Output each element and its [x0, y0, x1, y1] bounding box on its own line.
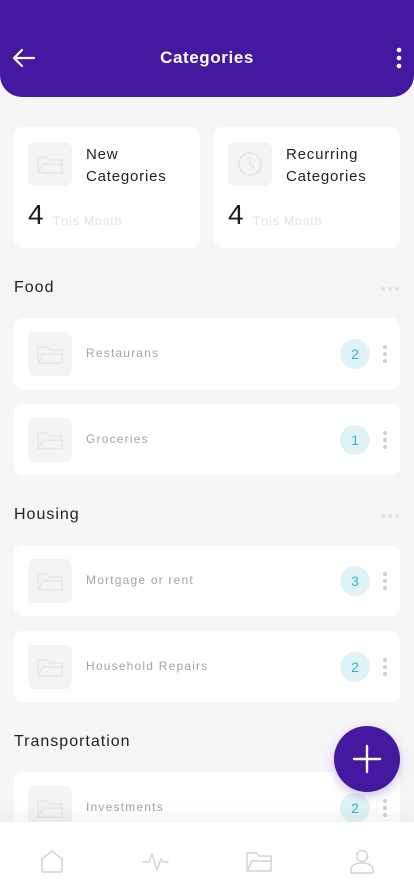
- section-title-food: Food: [14, 279, 55, 296]
- nav-profile[interactable]: [347, 846, 377, 876]
- folder-icon: [28, 559, 72, 603]
- more-menu-button[interactable]: [392, 45, 406, 71]
- nav-activity[interactable]: [140, 846, 170, 876]
- profile-icon: [350, 849, 374, 874]
- category-name: Groceries: [86, 432, 149, 446]
- section-title-housing: Housing: [14, 506, 80, 523]
- count-badge: 2: [340, 652, 370, 682]
- nav-categories[interactable]: [244, 846, 274, 876]
- stat-period: This Month: [253, 214, 323, 228]
- bottom-nav: [0, 822, 414, 896]
- category-name: Household Repairs: [86, 659, 209, 673]
- folder-icon: [28, 332, 72, 376]
- stat-count: 4: [28, 199, 44, 230]
- recurring-categories-card[interactable]: Recurring Categories 4 This Month: [214, 127, 400, 248]
- horizontal-dots-icon[interactable]: [380, 286, 400, 292]
- app-header: Categories: [0, 0, 414, 97]
- new-categories-card[interactable]: New Categories 4 This Month: [14, 127, 200, 248]
- vertical-dots-icon[interactable]: [381, 656, 389, 678]
- count-badge: 1: [340, 425, 370, 455]
- plus-icon: [352, 744, 382, 774]
- category-name: Restaurans: [86, 346, 160, 360]
- vertical-dots-icon[interactable]: [381, 429, 389, 451]
- stat-label: New Categories: [86, 146, 167, 185]
- category-name: Investments: [86, 800, 164, 814]
- clock-icon: [228, 142, 272, 186]
- stat-label: Recurring Categories: [286, 146, 367, 185]
- add-category-button[interactable]: [334, 726, 400, 792]
- category-name: Mortgage or rent: [86, 573, 194, 587]
- section-title-transportation: Transportation: [14, 733, 131, 750]
- folder-icon: [28, 418, 72, 462]
- home-icon: [41, 850, 63, 873]
- category-row[interactable]: Mortgage or rent 3: [14, 545, 400, 616]
- vertical-dots-icon[interactable]: [381, 343, 389, 365]
- category-row[interactable]: Restaurans 2: [14, 318, 400, 389]
- category-row[interactable]: Household Repairs 2: [14, 631, 400, 702]
- vertical-dots-icon[interactable]: [381, 797, 389, 819]
- vertical-dots-icon: [396, 47, 402, 69]
- folder-icon: [246, 852, 272, 872]
- vertical-dots-icon[interactable]: [381, 570, 389, 592]
- folder-icon: [28, 645, 72, 689]
- activity-icon: [142, 853, 169, 871]
- horizontal-dots-icon[interactable]: [380, 513, 400, 519]
- count-badge: 2: [340, 339, 370, 369]
- page-title: Categories: [160, 48, 254, 67]
- stat-period: This Month: [53, 214, 123, 228]
- category-row[interactable]: Groceries 1: [14, 404, 400, 475]
- stat-count: 4: [228, 199, 244, 230]
- count-badge: 3: [340, 566, 370, 596]
- count-badge: 2: [340, 793, 370, 823]
- folder-icon: [28, 142, 72, 186]
- nav-home[interactable]: [37, 846, 67, 876]
